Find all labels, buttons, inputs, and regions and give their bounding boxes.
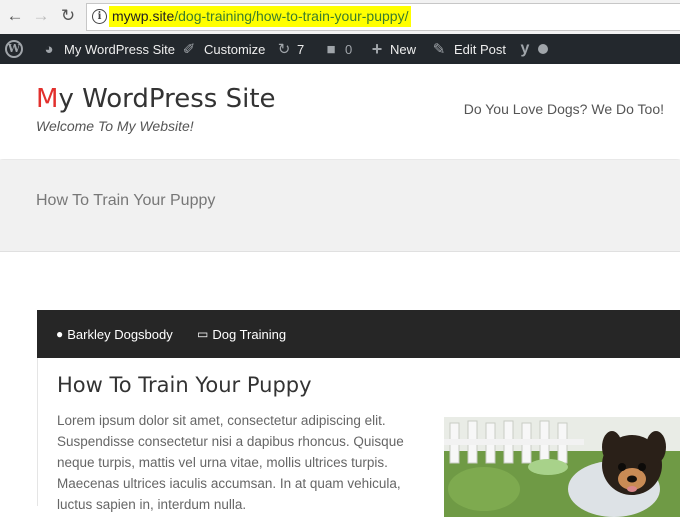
new-label: New — [390, 41, 417, 57]
paintbrush-icon: ✐ — [182, 41, 196, 58]
edit-post-link[interactable]: ✎ Edit Post — [430, 34, 506, 64]
folder-icon: ▭ — [197, 327, 209, 341]
seo-status-dot — [538, 44, 548, 54]
post-title: How To Train Your Puppy — [57, 373, 312, 397]
url-path: /dog-training/how-to-train-your-puppy/ — [174, 8, 409, 24]
reload-icon[interactable]: ↻ — [57, 5, 79, 27]
author-name: Barkley Dogsbody — [67, 326, 173, 342]
yoast-seo-icon: y — [520, 40, 530, 57]
updates-count: 7 — [297, 41, 305, 57]
forward-arrow-icon[interactable]: → — [30, 5, 52, 27]
category-name: Dog Training — [212, 326, 287, 342]
page-title: How To Train Your Puppy — [36, 192, 216, 209]
plus-icon: + — [371, 38, 383, 59]
article-body: How To Train Your Puppy Lorem ipsum dolo… — [37, 358, 680, 517]
url-host: mywp.site — [112, 8, 175, 24]
customize-link[interactable]: ✐ Customize — [180, 34, 266, 64]
comments-count: 0 — [345, 41, 353, 57]
site-title-first-letter: M — [36, 84, 59, 114]
wordpress-icon: W — [5, 40, 23, 58]
author-link[interactable]: ● Barkley Dogsbody — [56, 310, 173, 358]
page-title-band: How To Train Your Puppy — [0, 160, 680, 252]
site-name-label: My WordPress Site — [64, 41, 176, 57]
browser-toolbar: ← → ↻ i mywp.site/dog-training/how-to-tr… — [0, 0, 680, 35]
site-name-link[interactable]: ◕ My WordPress Site — [40, 34, 175, 64]
customize-label: Customize — [204, 41, 266, 57]
edit-post-label: Edit Post — [454, 41, 507, 57]
site-header: My WordPress Site Welcome To My Website!… — [0, 64, 680, 159]
url-text[interactable]: mywp.site/dog-training/how-to-train-your… — [109, 6, 412, 27]
article-meta-bar: ● Barkley Dogsbody ▭ Dog Training — [37, 310, 680, 358]
address-bar[interactable]: i mywp.site/dog-training/how-to-train-yo… — [86, 3, 680, 31]
wp-admin-bar: W ◕ My WordPress Site ✐ Customize ↻ 7 ■ … — [0, 34, 680, 64]
comments-link[interactable]: ■ 0 — [322, 34, 352, 64]
site-title-rest: y WordPress Site — [58, 84, 276, 114]
dashboard-icon: ◕ — [44, 40, 54, 58]
updates-icon: ↻ — [277, 41, 291, 58]
site-title[interactable]: My WordPress Site — [36, 84, 276, 114]
wordpress-logo-button[interactable]: W — [5, 34, 23, 64]
comment-bubble-icon: ■ — [326, 40, 336, 58]
header-menu-link[interactable]: Do You Love Dogs? We Do Too! — [464, 101, 664, 117]
seo-menu[interactable]: y — [516, 34, 548, 64]
post-excerpt: Lorem ipsum dolor sit amet, consectetur … — [57, 413, 404, 512]
updates-link[interactable]: ↻ 7 — [275, 34, 305, 64]
puppy-image — [444, 417, 680, 517]
site-tagline: Welcome To My Website! — [36, 118, 194, 134]
user-icon: ● — [56, 327, 64, 341]
category-link[interactable]: ▭ Dog Training — [197, 310, 286, 358]
pencil-icon: ✎ — [432, 41, 446, 58]
back-arrow-icon[interactable]: ← — [4, 5, 26, 27]
new-content-link[interactable]: + New — [368, 34, 416, 64]
info-icon[interactable]: i — [92, 9, 107, 24]
